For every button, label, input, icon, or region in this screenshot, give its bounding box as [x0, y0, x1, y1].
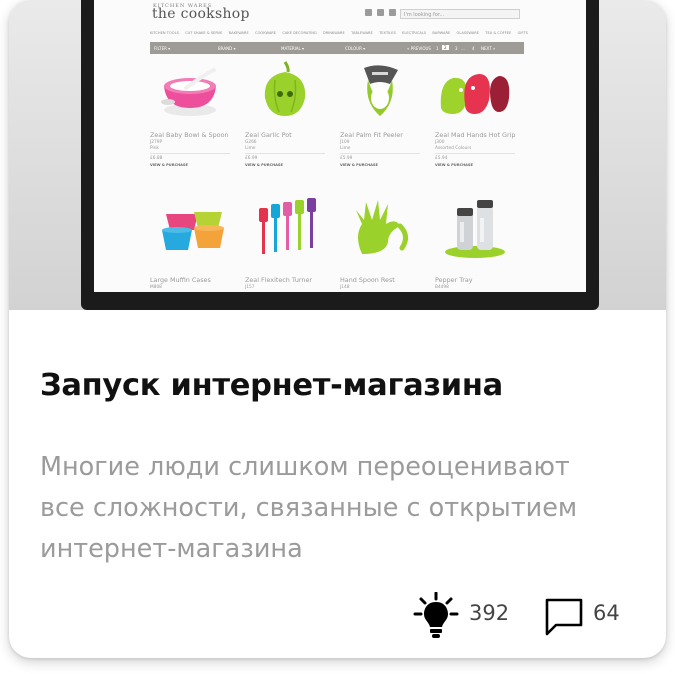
- category-item: TABLEWARE: [351, 31, 373, 35]
- product-name: Zeal Mad Hands Hot Grip: [435, 131, 516, 139]
- product-code: G266: [245, 140, 257, 145]
- product-code: J148: [340, 285, 350, 290]
- article-description: Многие люди слишком переоценивают все сл…: [40, 452, 578, 564]
- product-colour: Pink: [150, 146, 159, 151]
- article-card[interactable]: KITCHEN WARES the cookshop I'm looking f…: [9, 0, 666, 658]
- category-item: BARWARE: [432, 31, 451, 35]
- category-item: BAKEWARE: [228, 31, 249, 35]
- category-item: GLASSWARE: [456, 31, 480, 35]
- pinterest-icon: [389, 9, 396, 16]
- comment-icon[interactable]: [542, 595, 586, 639]
- category-item: KITCHEN TOOLS: [150, 31, 179, 35]
- twitter-icon: [377, 9, 384, 16]
- material-dropdown: MATERIAL ▾: [281, 46, 305, 51]
- colour-dropdown: COLOUR ▾: [345, 46, 366, 51]
- product-code: B4498: [435, 285, 449, 290]
- category-item: TEA & COFFEE: [485, 31, 512, 35]
- page-link-active: 2: [442, 45, 449, 50]
- product-price: £5.99: [340, 156, 353, 161]
- divider: [245, 153, 325, 154]
- spoon-rest-image: [356, 200, 408, 254]
- category-item: TEXTILES: [379, 31, 396, 35]
- shop-logo: the cookshop: [152, 6, 250, 22]
- product-name: Zeal Flexitech Turner: [245, 276, 313, 284]
- lightbulb-icon[interactable]: [413, 592, 459, 640]
- facebook-icon: [365, 9, 372, 16]
- hot-grip-image: [440, 74, 510, 114]
- next-link: NEXT »: [481, 46, 496, 51]
- article-cover-image: KITCHEN WARES the cookshop I'm looking f…: [9, 0, 666, 310]
- divider: [150, 153, 230, 154]
- product-name: Large Muffin Cases: [150, 276, 211, 284]
- product-colour: Lime: [245, 146, 256, 151]
- view-purchase-link: VIEW & PURCHASE: [435, 163, 473, 167]
- previous-link: « PREVIOUS: [407, 46, 431, 51]
- page-link: 1: [436, 46, 439, 51]
- product-code: M808: [150, 285, 162, 290]
- garlic-pot-image: [264, 61, 306, 116]
- category-item: ELECTRICALS: [402, 31, 427, 35]
- product-colour: Assorted Colours: [435, 146, 472, 151]
- category-item: GIFTS: [517, 31, 528, 35]
- category-nav: KITCHEN TOOLS CUT SHAKE & SERVE BAKEWARE…: [150, 31, 528, 35]
- product-price: £6.88: [150, 156, 163, 161]
- likes-count: 392: [469, 601, 510, 625]
- category-item: CAKE DECORATING: [282, 31, 317, 35]
- page-ellipsis: ...: [461, 46, 465, 51]
- page-link: 4: [472, 46, 475, 51]
- product-name: Zeal Baby Bowl & Spoon: [150, 131, 229, 139]
- divider: [435, 153, 515, 154]
- product-price: £5.94: [435, 156, 448, 161]
- article-title[interactable]: Запуск интернет-магазина: [40, 368, 503, 403]
- product-code: J109: [340, 140, 350, 145]
- monitor: KITCHEN WARES the cookshop I'm looking f…: [81, 0, 599, 310]
- category-item: DRINKWARE: [322, 31, 345, 35]
- filter-bar: FILTER ▾ BRAND ▾ MATERIAL ▾ COLOUR ▾ « P…: [150, 42, 524, 54]
- search-input: I'm looking for...: [400, 9, 520, 19]
- cookshop-screenshot: KITCHEN WARES the cookshop I'm looking f…: [94, 0, 586, 292]
- page-link: 3: [455, 46, 458, 51]
- product-name: Zeal Garlic Pot: [245, 131, 292, 139]
- turners-image: [259, 198, 316, 254]
- product-name: Hand Spoon Rest: [340, 276, 395, 284]
- baby-bowl-image: [161, 68, 216, 116]
- view-purchase-link: VIEW & PURCHASE: [245, 163, 283, 167]
- filter-dropdown: FILTER ▾: [154, 46, 171, 51]
- product-name: Pepper Tray: [435, 276, 473, 284]
- product-price: £6.99: [245, 156, 258, 161]
- pepper-tray-image: [445, 200, 505, 258]
- category-item: CUT SHAKE & SERVE: [185, 31, 223, 35]
- product-code: J157: [245, 285, 255, 290]
- product-code: J300: [435, 140, 445, 145]
- category-item: COOKWARE: [255, 31, 277, 35]
- product-code: J279P: [150, 140, 163, 145]
- comments-count: 64: [593, 601, 620, 625]
- product-colour: Lime: [340, 146, 351, 151]
- view-purchase-link: VIEW & PURCHASE: [340, 163, 378, 167]
- view-purchase-link: VIEW & PURCHASE: [150, 163, 188, 167]
- peeler-image: [364, 65, 398, 116]
- brand-dropdown: BRAND ▾: [218, 46, 236, 51]
- divider: [340, 153, 420, 154]
- muffin-cases-image: [162, 212, 224, 250]
- product-name: Zeal Palm Fit Peeler: [340, 131, 403, 139]
